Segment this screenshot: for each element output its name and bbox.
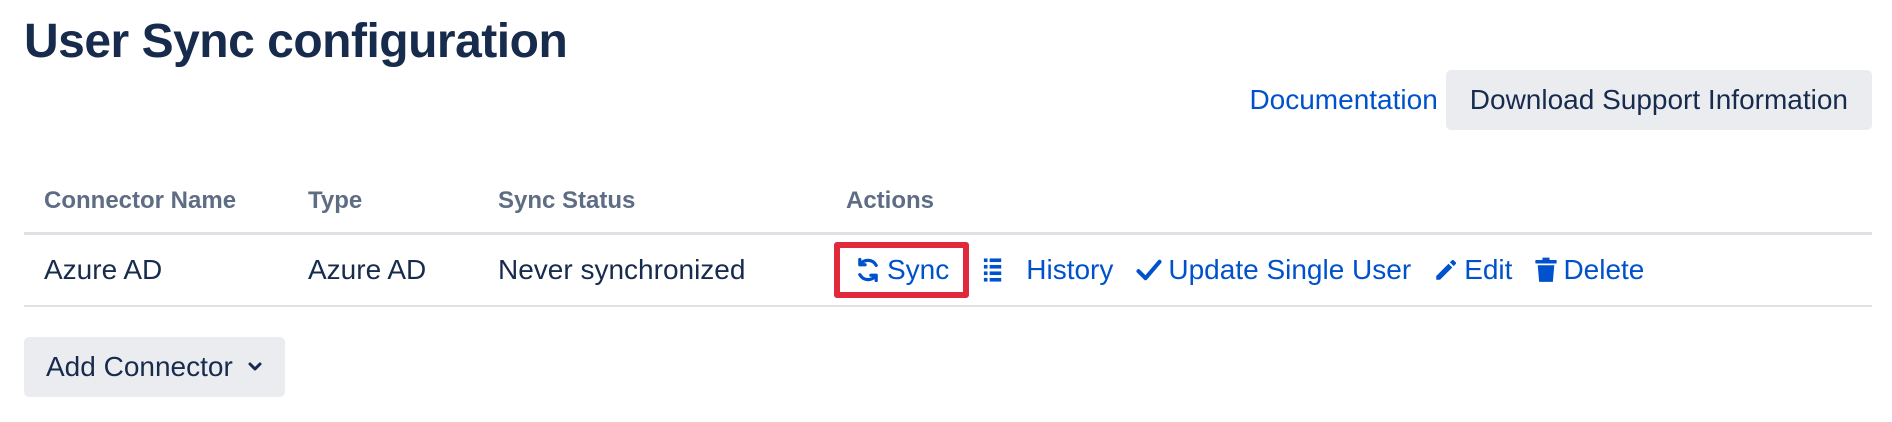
- sync-label: Sync: [887, 254, 950, 285]
- column-header-connector-name: Connector Name: [44, 187, 237, 214]
- pencil-icon: [1436, 259, 1457, 280]
- update-single-user-label: Update Single User: [1168, 254, 1412, 285]
- history-action[interactable]: History: [983, 254, 1113, 286]
- connectors-table: Connector Name Type Sync Status Actions …: [24, 170, 1872, 307]
- connector-type-cell: Azure AD: [308, 254, 427, 285]
- edit-action[interactable]: Edit: [1433, 254, 1512, 286]
- actions-cell: Sync History Update Single User Edit Del…: [834, 242, 1872, 298]
- sync-action[interactable]: Sync: [834, 242, 970, 298]
- column-header-sync-status: Sync Status: [498, 187, 636, 214]
- add-connector-label: Add Connector: [46, 351, 233, 382]
- update-single-user-action[interactable]: Update Single User: [1135, 254, 1411, 286]
- list-icon: [984, 258, 1002, 282]
- column-header-type: Type: [308, 187, 363, 214]
- add-connector-button[interactable]: Add Connector: [24, 337, 285, 397]
- delete-action[interactable]: Delete: [1534, 254, 1644, 286]
- history-label: History: [1026, 254, 1114, 285]
- column-header-actions: Actions: [846, 187, 935, 214]
- connector-name-cell: Azure AD: [44, 254, 163, 285]
- table-header: Connector Name Type Sync Status Actions: [24, 170, 1872, 235]
- trash-icon: [1535, 257, 1558, 282]
- sync-icon: [858, 257, 878, 283]
- chevron-down-icon: [248, 362, 262, 371]
- table-row: Azure AD Azure AD Never synchronized Syn…: [24, 235, 1872, 307]
- delete-label: Delete: [1563, 254, 1645, 285]
- sync-status-cell: Never synchronized: [498, 254, 746, 285]
- header-actions: Documentation Download Support Informati…: [1249, 70, 1872, 130]
- page-title: User Sync configuration: [24, 15, 568, 68]
- edit-label: Edit: [1464, 254, 1513, 285]
- download-support-info-button[interactable]: Download Support Information: [1445, 70, 1872, 130]
- documentation-link[interactable]: Documentation: [1249, 84, 1437, 116]
- check-icon: [1136, 259, 1162, 281]
